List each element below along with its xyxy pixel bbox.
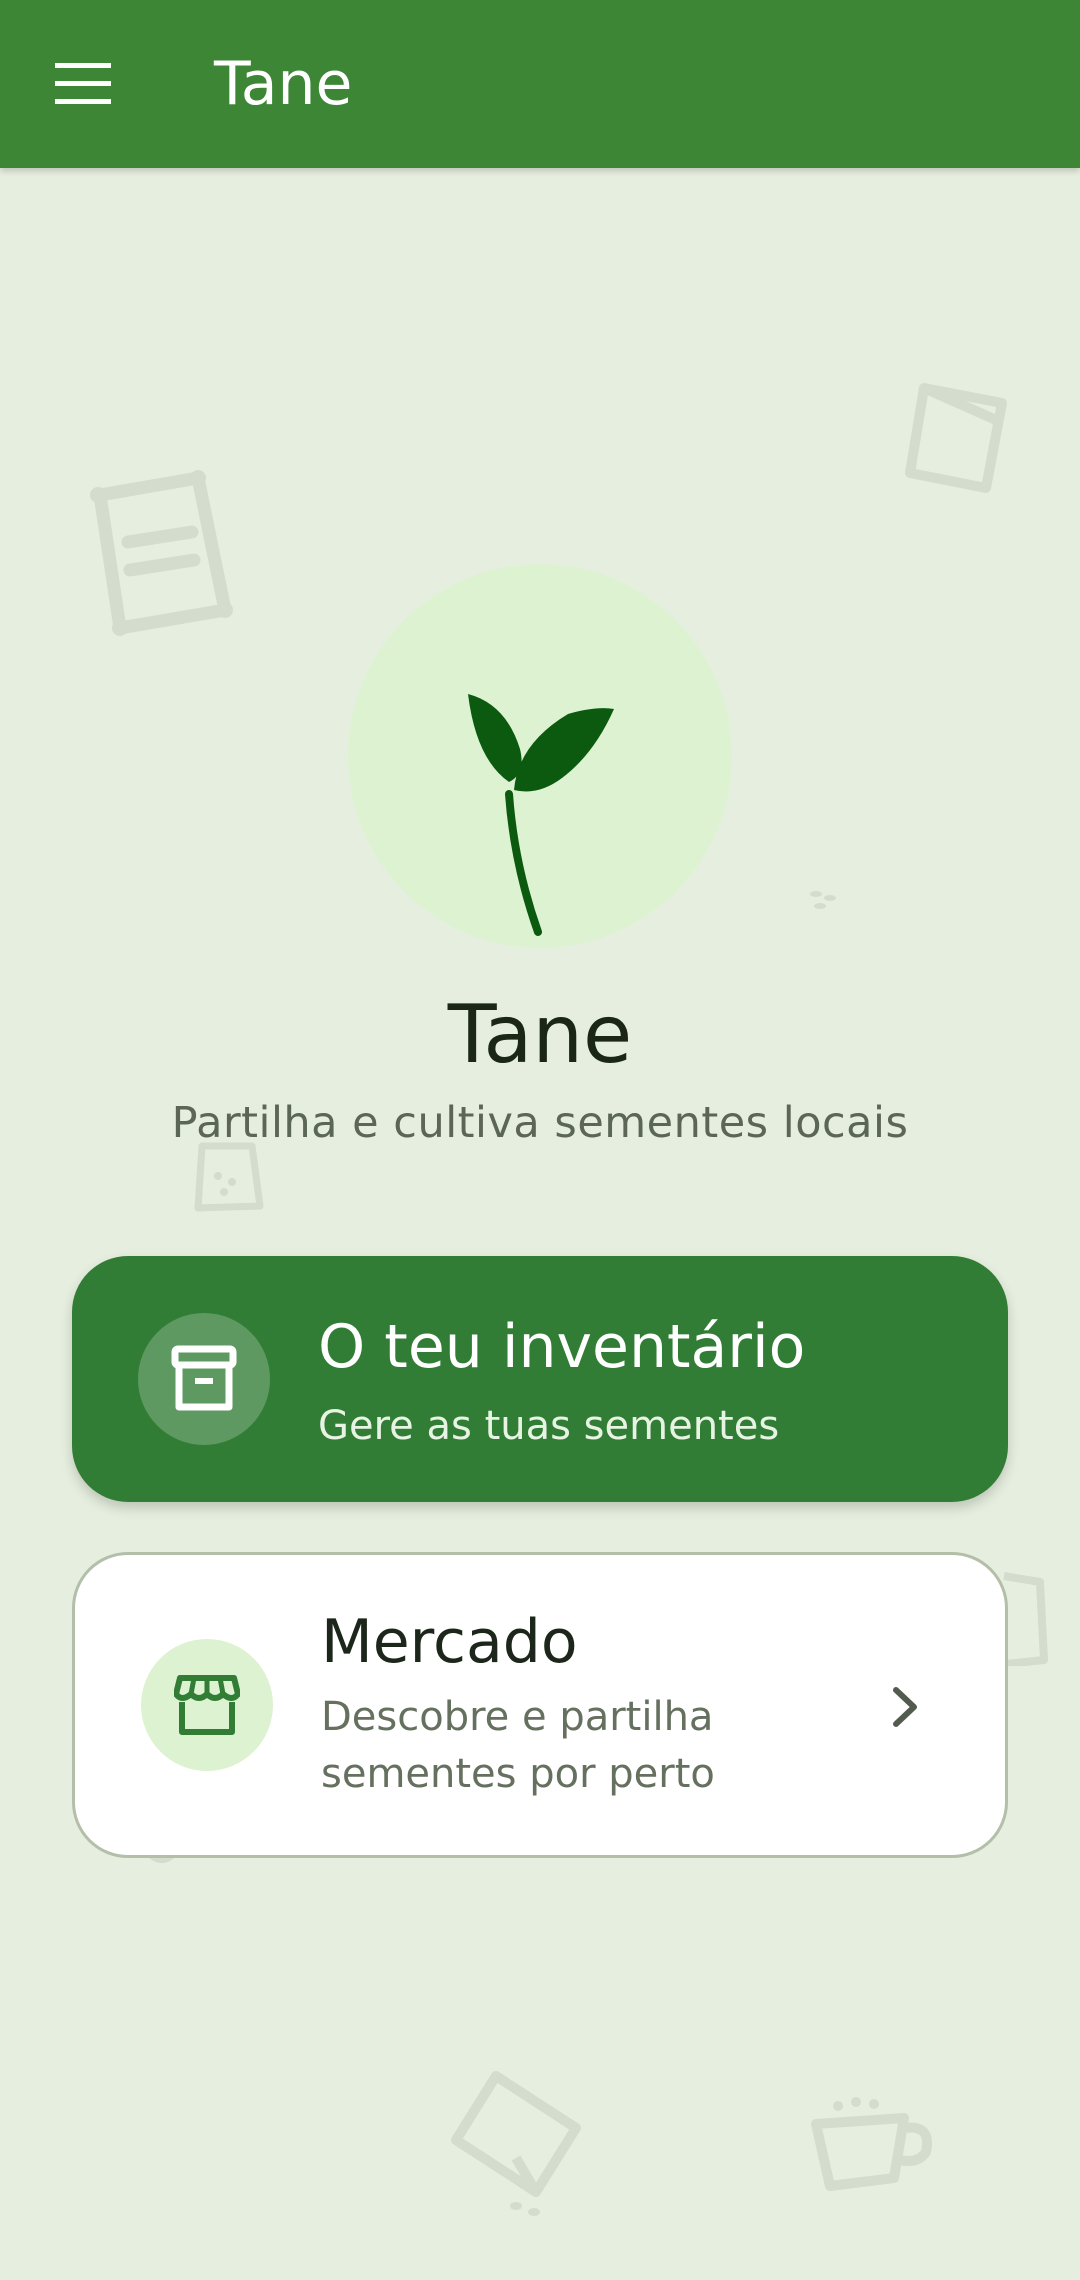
app-bar: Tane: [0, 0, 1080, 168]
seed-packet-doodle: [905, 383, 1007, 493]
inventory-card[interactable]: O teu inventário Gere as tuas sementes: [72, 1256, 1008, 1502]
market-card-title: Mercado: [321, 1607, 578, 1677]
seed-jar-doodle: [1003, 1572, 1048, 1666]
seed-sack-doodle: [90, 470, 233, 636]
seed-jar-doodle: [194, 1142, 264, 1212]
sprout-icon: [468, 694, 614, 936]
seed-scatter-doodle: [810, 891, 836, 909]
archive-box-icon: [171, 1345, 237, 1411]
inventory-card-subtitle: Gere as tuas sementes: [318, 1403, 780, 1449]
market-icon-badge: [141, 1639, 273, 1771]
inventory-icon-badge: [138, 1313, 270, 1445]
market-card-subtitle: Descobre e partilha sementes por perto: [321, 1694, 715, 1797]
seed-packet-doodle: [451, 2071, 581, 2216]
hero-logo-circle: [348, 564, 732, 948]
watering-can-doodle: [811, 2097, 932, 2191]
app-bar-title: Tane: [214, 49, 353, 119]
menu-icon: [55, 63, 111, 104]
market-card[interactable]: Mercado Descobre e partilha sementes por…: [72, 1552, 1008, 1858]
chevron-right-icon: [883, 1679, 927, 1735]
brand-title: Tane: [447, 988, 633, 1081]
inventory-card-title: O teu inventário: [318, 1312, 806, 1382]
storefront-icon: [174, 1675, 240, 1735]
tagline: Partilha e cultiva sementes locais: [171, 1098, 909, 1148]
menu-button[interactable]: [28, 40, 140, 128]
